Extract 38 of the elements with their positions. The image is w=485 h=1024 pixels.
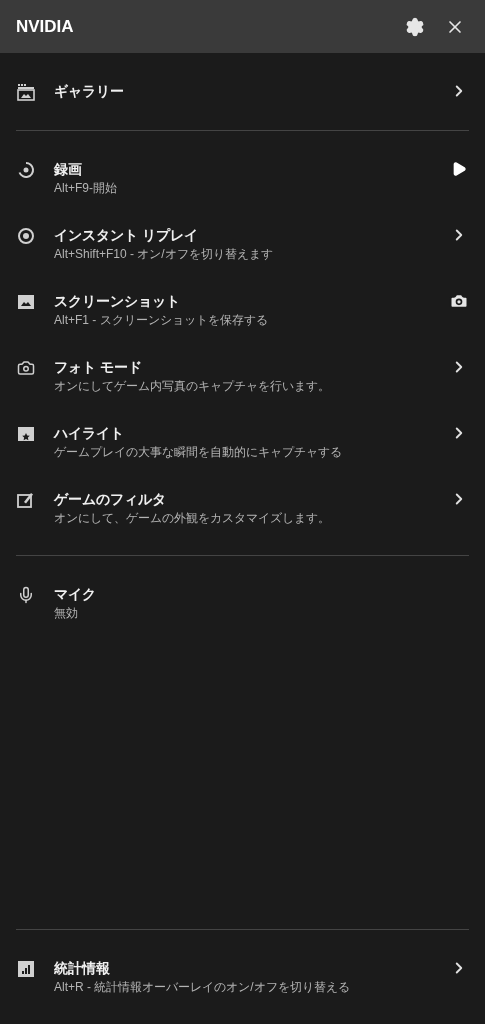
item-subtitle: Alt+R - 統計情報オーバーレイのオン/オフを切り替える: [54, 979, 351, 996]
item-title: ハイライト: [54, 424, 125, 443]
camera-icon: [17, 359, 35, 377]
menu-item[interactable]: フォト モード オンにしてゲーム内写真のキャプチャを行います。: [0, 347, 485, 405]
item-subtitle: 無効: [54, 605, 79, 622]
item-title: インスタント リプレイ: [54, 226, 199, 245]
menu-item[interactable]: ハイライト ゲームプレイの大事な瞬間を自動的にキャプチャする: [0, 413, 485, 471]
item-title: ゲームのフィルタ: [54, 490, 167, 509]
menu-item[interactable]: 統計情報 Alt+R - 統計情報オーバーレイのオン/オフを切り替える: [0, 948, 485, 1006]
record-icon: [17, 161, 35, 179]
stats-icon: [17, 960, 35, 978]
item-subtitle: Alt+F9-開始: [54, 180, 118, 197]
clapperboard-icon: [17, 425, 35, 443]
menu-item[interactable]: マイク 無効: [0, 574, 485, 632]
item-title: 録画: [54, 160, 83, 179]
item-subtitle: Alt+F1 - スクリーンショットを保存する: [54, 312, 269, 329]
item-subtitle: Alt+Shift+F10 - オン/オフを切り替えます: [54, 246, 274, 263]
menu-item[interactable]: スクリーンショット Alt+F1 - スクリーンショットを保存する: [0, 281, 485, 339]
item-subtitle: ゲームプレイの大事な瞬間を自動的にキャプチャする: [54, 444, 343, 461]
item-title: スクリーンショット: [54, 292, 181, 311]
filter-icon: [17, 491, 35, 509]
item-subtitle: オンにして、ゲームの外観をカスタマイズします。: [54, 510, 331, 527]
play-icon[interactable]: [451, 161, 467, 177]
item-subtitle: オンにしてゲーム内写真のキャプチャを行います。: [54, 378, 331, 395]
item-title: マイク: [54, 585, 97, 604]
menu-item[interactable]: ギャラリー: [0, 71, 485, 112]
settings-button[interactable]: [405, 16, 425, 37]
menu-item[interactable]: 録画 Alt+F9-開始: [0, 149, 485, 207]
gallery-icon: [17, 83, 35, 101]
menu-item[interactable]: ゲームのフィルタ オンにして、ゲームの外観をカスタマイズします。: [0, 479, 485, 537]
image-icon: [17, 293, 35, 311]
item-title: フォト モード: [54, 358, 143, 377]
item-title: ギャラリー: [54, 82, 125, 101]
menu-item[interactable]: インスタント リプレイ Alt+Shift+F10 - オン/オフを切り替えます: [0, 215, 485, 273]
microphone-icon: [17, 586, 35, 604]
replay-icon: [17, 227, 35, 245]
app-title: NVIDIA: [16, 15, 75, 38]
item-title: 統計情報: [54, 959, 111, 978]
